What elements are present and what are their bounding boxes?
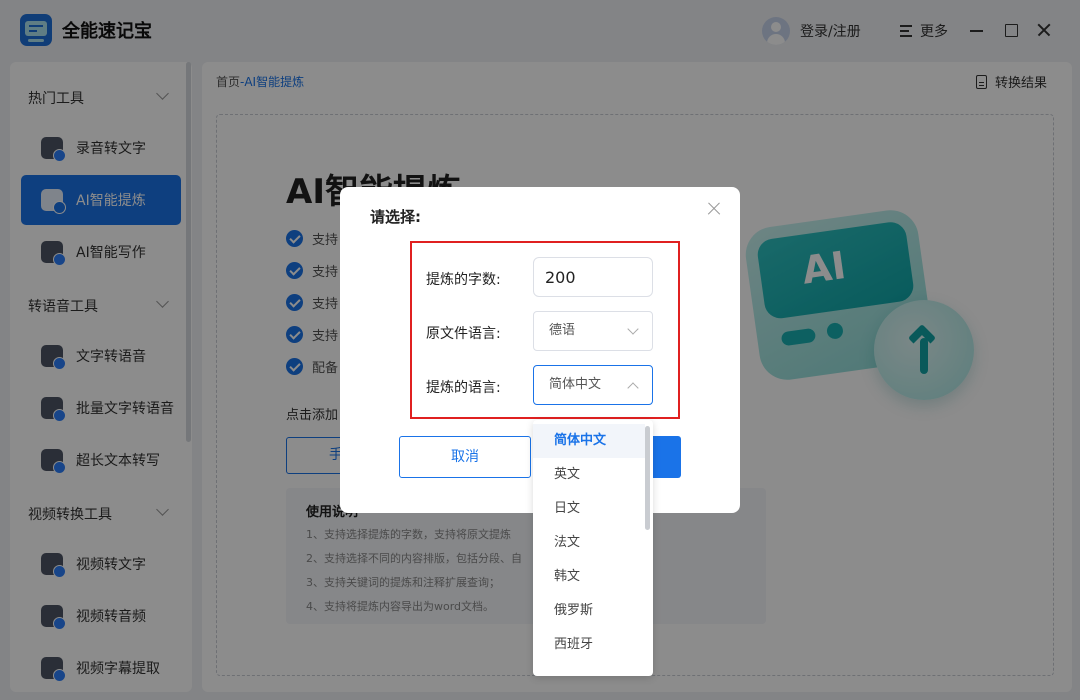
word-count-label: 提炼的字数:: [426, 272, 501, 288]
target-language-select[interactable]: 简体中文: [533, 365, 653, 405]
target-language-label: 提炼的语言:: [426, 380, 501, 396]
chevron-down-icon: [627, 323, 639, 335]
chevron-up-icon: [627, 382, 639, 394]
dropdown-option[interactable]: 西班牙: [533, 628, 645, 662]
dialog-title: 请选择:: [370, 208, 421, 226]
source-language-label: 原文件语言:: [426, 326, 501, 342]
dropdown-option[interactable]: 英文: [533, 458, 645, 492]
dropdown-scrollbar[interactable]: [645, 426, 650, 530]
target-language-value: 简体中文: [549, 377, 602, 392]
source-language-value: 德语: [549, 323, 576, 338]
source-language-select[interactable]: 德语: [533, 311, 653, 351]
word-count-input[interactable]: [533, 257, 653, 297]
dropdown-option[interactable]: 韩文: [533, 560, 645, 594]
dropdown-option[interactable]: 俄罗斯: [533, 594, 645, 628]
dropdown-option[interactable]: 法文: [533, 526, 645, 560]
target-language-dropdown: 简体中文 英文 日文 法文 韩文 俄罗斯 西班牙: [533, 420, 653, 676]
cancel-button[interactable]: 取消: [399, 436, 531, 478]
dropdown-option[interactable]: 简体中文: [533, 424, 645, 458]
dropdown-option[interactable]: 日文: [533, 492, 645, 526]
close-icon[interactable]: [706, 201, 722, 217]
